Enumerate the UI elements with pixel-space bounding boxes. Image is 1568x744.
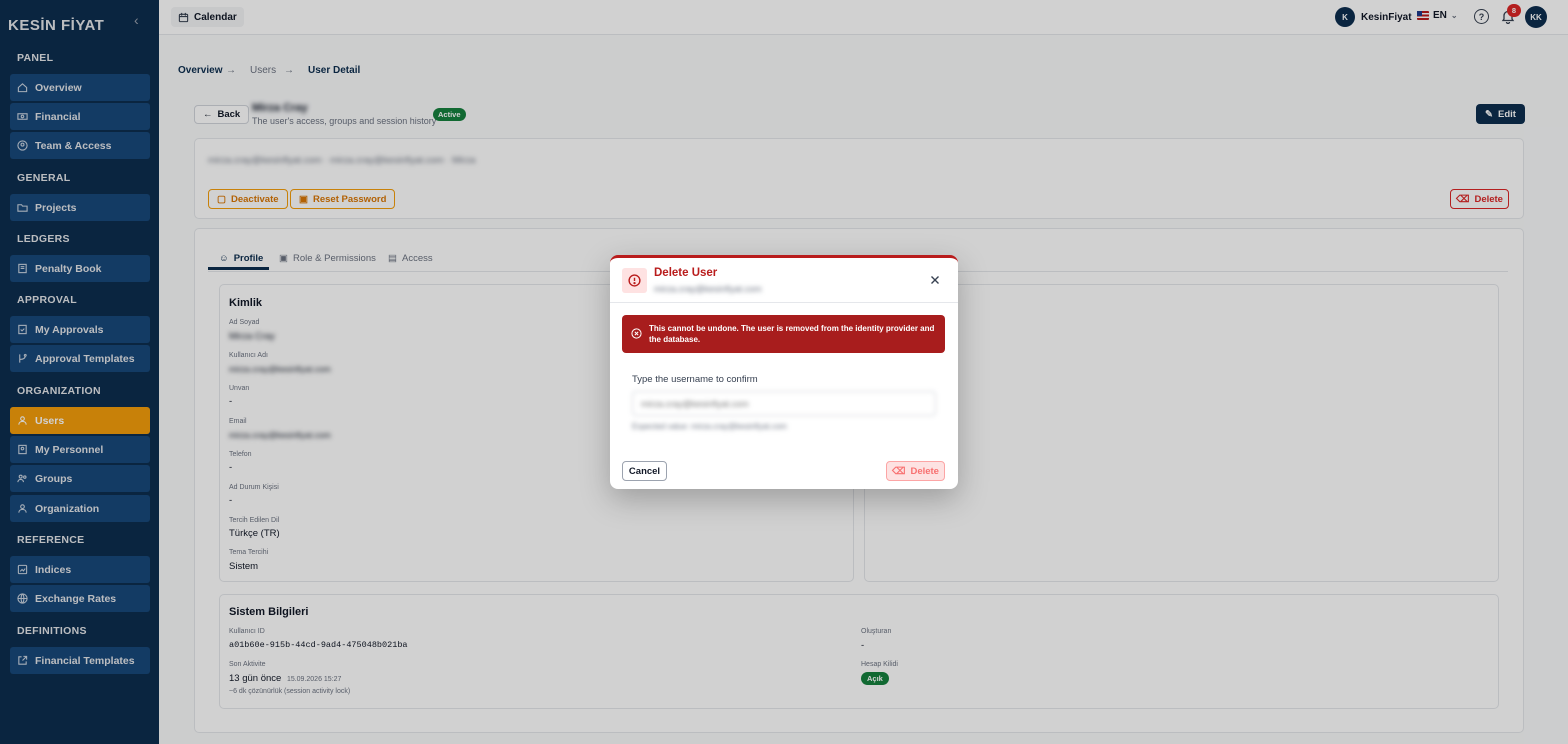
cancel-button[interactable]: Cancel xyxy=(622,461,667,481)
warning-alert: This cannot be undone. The user is remov… xyxy=(622,315,945,353)
x-circle-icon xyxy=(631,328,642,339)
confirm-label: Type the username to confirm xyxy=(632,374,758,385)
delete-user-dialog: Delete User mirza.cray@kesinfiyat.com Th… xyxy=(610,255,958,489)
warning-text: This cannot be undone. The user is remov… xyxy=(649,324,935,344)
confirm-delete-label: Delete xyxy=(910,465,939,477)
trash-icon: ⌫ xyxy=(892,465,906,477)
expected-value-hint: Expected value: mirza.cray@kesinfiyat.co… xyxy=(632,422,787,431)
close-icon[interactable] xyxy=(928,273,942,287)
alert-circle-icon xyxy=(622,268,647,293)
username-confirm-input[interactable] xyxy=(632,391,936,416)
dialog-subtitle: mirza.cray@kesinfiyat.com xyxy=(654,284,762,294)
dialog-title: Delete User xyxy=(654,267,718,279)
confirm-delete-button[interactable]: ⌫ Delete xyxy=(886,461,945,481)
dialog-divider xyxy=(610,302,958,303)
